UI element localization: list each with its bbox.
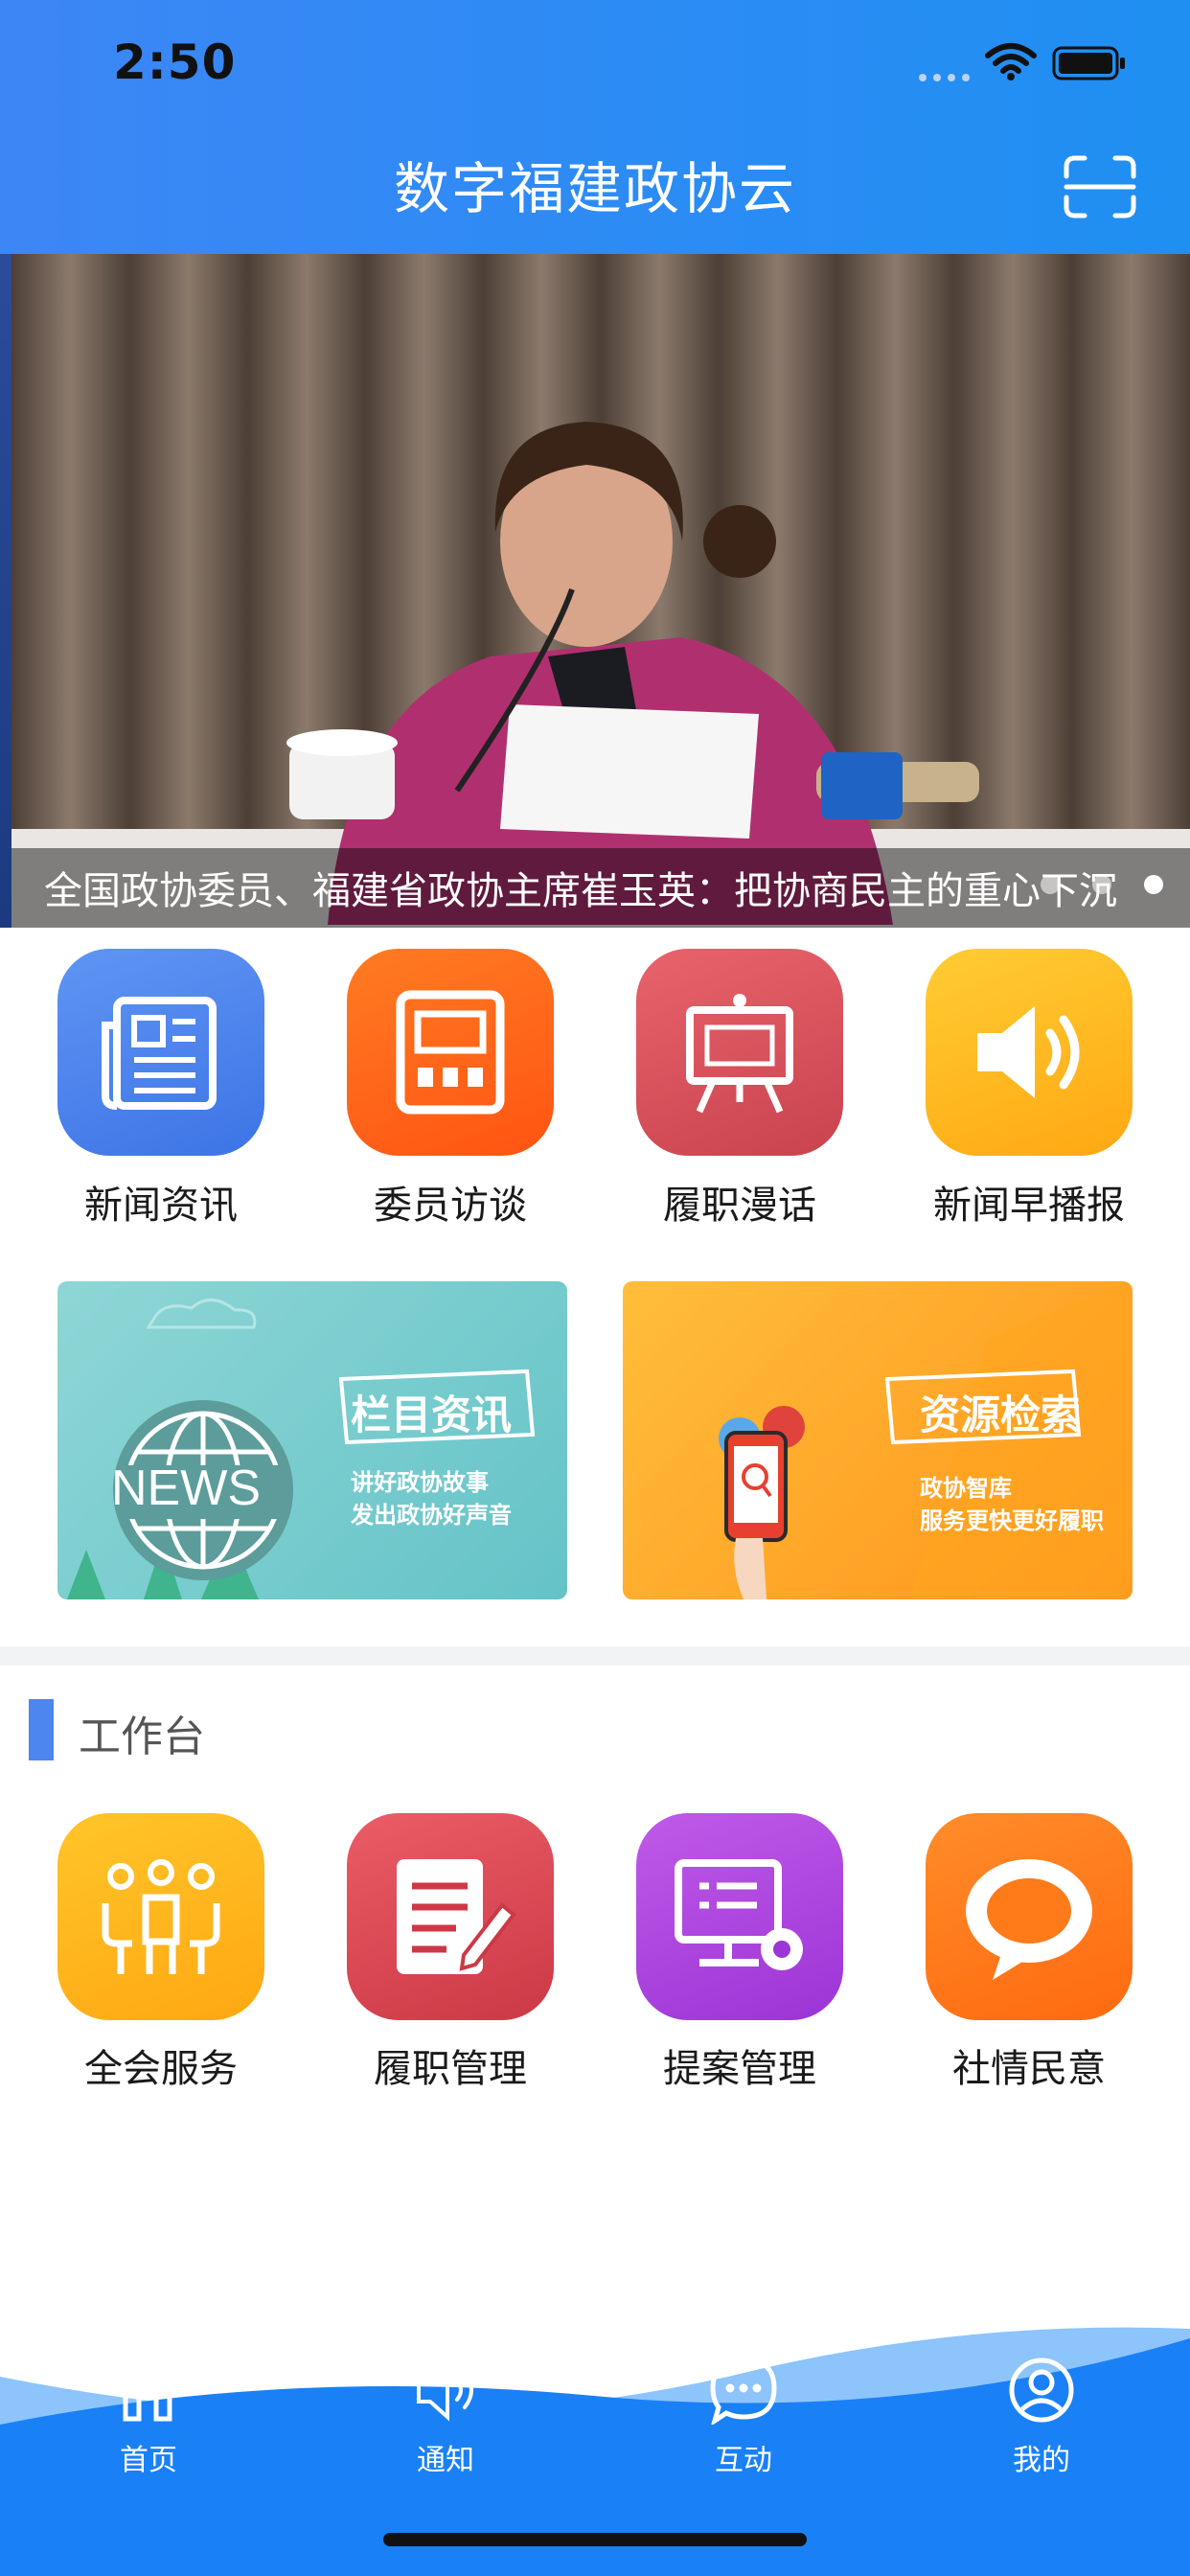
carousel-dot[interactable] — [1041, 875, 1060, 894]
speaker-icon — [417, 2358, 473, 2422]
easel-icon — [686, 994, 793, 1114]
banner-photo — [11, 254, 1190, 928]
column-news-line2: 发出政协好声音 — [351, 1502, 512, 1529]
tab-home[interactable]: 首页 — [72, 2356, 225, 2480]
calculator-icon — [396, 990, 505, 1115]
tab-home-label: 首页 — [120, 2444, 177, 2477]
user-icon — [1009, 2358, 1074, 2423]
column-news-title: 栏目资讯 — [351, 1392, 513, 1438]
chat-bubble-icon — [966, 1859, 1092, 1980]
resource-search-card[interactable]: 资源检索 政协智库 服务更快更好履职 — [623, 1281, 1133, 1599]
tab-notice[interactable]: 通知 — [369, 2356, 522, 2480]
workbench-title: 工作台 — [79, 1713, 205, 1761]
member-interview-button[interactable] — [347, 949, 554, 1156]
home-indicator — [383, 2533, 807, 2546]
news-info-button[interactable] — [57, 949, 264, 1156]
carousel-dot-active[interactable] — [1144, 875, 1163, 894]
section-divider — [0, 1646, 1190, 1666]
morning-news-button[interactable] — [926, 949, 1133, 1156]
speaker-icon — [977, 1006, 1080, 1098]
resource-search-line2: 服务更快更好履职 — [920, 1507, 1104, 1534]
resource-search-title: 资源检索 — [920, 1392, 1082, 1438]
plenary-service-label: 全会服务 — [84, 2047, 238, 2091]
document-edit-icon — [397, 1859, 516, 1974]
column-news-line1: 讲好政协故事 — [351, 1469, 489, 1496]
tab-notice-label: 通知 — [417, 2444, 474, 2477]
proposal-settings-icon — [675, 1859, 803, 1970]
banner-prev-slide-edge — [0, 254, 11, 928]
chat-icon — [710, 2357, 777, 2425]
page-title: 数字福建政协云 — [393, 156, 796, 221]
public-opinion-label: 社情民意 — [952, 2047, 1106, 2091]
duty-management-label: 履职管理 — [374, 2047, 527, 2091]
plenary-service-button[interactable] — [57, 1813, 264, 2020]
carousel-dot[interactable] — [1092, 875, 1111, 894]
news-info-label: 新闻资讯 — [84, 1184, 238, 1228]
banner-caption: 全国政协委员、福建省政协主席崔玉英：把协商民主的重心下沉 — [44, 869, 1117, 913]
status-time: 2:50 — [113, 34, 237, 90]
news-badge: NEWS — [111, 1460, 261, 1516]
home-icon — [123, 2381, 172, 2422]
morning-news-label: 新闻早播报 — [933, 1184, 1125, 1228]
public-opinion-button[interactable] — [926, 1813, 1133, 2020]
proposal-management-label: 提案管理 — [663, 2047, 816, 2091]
proposal-management-button[interactable] — [636, 1813, 843, 2020]
tab-interaction-label: 互动 — [715, 2444, 772, 2477]
tab-mine-label: 我的 — [1013, 2444, 1070, 2477]
news-banner[interactable]: 全国政协委员、福建省政协主席崔玉英：把协商民主的重心下沉 — [0, 254, 1190, 928]
battery-icon — [1052, 46, 1125, 80]
resource-search-line1: 政协智库 — [920, 1475, 1012, 1502]
newspaper-icon — [102, 997, 217, 1110]
member-interview-label: 委员访谈 — [374, 1184, 527, 1228]
cellular-signal-icon — [919, 74, 970, 81]
duty-talk-label: 履职漫话 — [663, 1184, 816, 1228]
duty-management-button[interactable] — [347, 1813, 554, 2020]
wifi-icon — [985, 43, 1037, 80]
section-accent-bar — [29, 1699, 54, 1760]
tab-interaction[interactable]: 互动 — [667, 2356, 820, 2480]
duty-talk-button[interactable] — [636, 949, 843, 1156]
people-icon — [102, 1859, 220, 1974]
scan-icon[interactable] — [1064, 155, 1136, 218]
column-news-card[interactable]: NEWS 栏目资讯 讲好政协故事 发出政协好声音 — [57, 1281, 567, 1599]
tab-mine[interactable]: 我的 — [965, 2356, 1118, 2480]
